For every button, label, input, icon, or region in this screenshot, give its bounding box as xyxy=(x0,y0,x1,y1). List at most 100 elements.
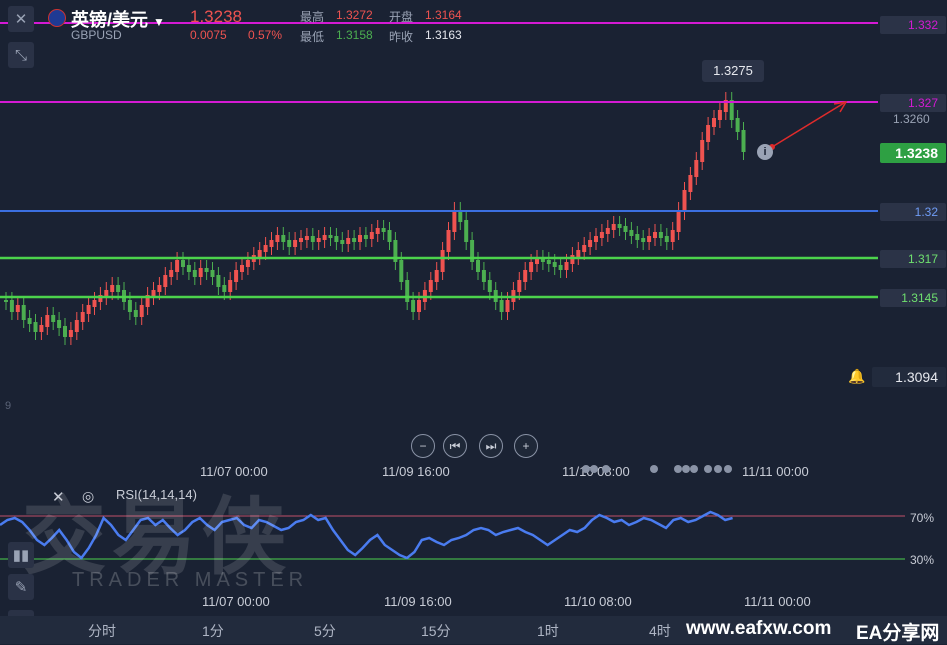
candle-body xyxy=(163,275,168,287)
price-change: 0.0075 xyxy=(190,28,227,42)
candle-body xyxy=(210,270,215,277)
candle-body xyxy=(546,260,551,264)
candle-body xyxy=(487,280,492,292)
candle-body xyxy=(641,238,646,242)
peak-tooltip: 1.3275 xyxy=(702,60,764,82)
open-value: 1.3164 xyxy=(425,8,462,22)
scroll-start-button[interactable]: ⏮ xyxy=(443,434,467,458)
candle-body xyxy=(717,110,722,120)
rsi-time-label: 11/10 08:00 xyxy=(564,594,632,609)
low-label: 最低 xyxy=(300,30,325,44)
candle-body xyxy=(181,260,185,267)
watermark-subtitle: TRADER MASTER xyxy=(72,569,309,591)
candle-body xyxy=(676,210,681,232)
event-markers[interactable] xyxy=(578,460,738,478)
candle-body xyxy=(287,240,292,247)
candle-body xyxy=(523,270,528,282)
candle-body xyxy=(275,235,280,242)
last-price: 1.3238 xyxy=(190,7,242,26)
candle-body xyxy=(564,262,569,270)
candle-body xyxy=(381,228,386,232)
collapse-icon[interactable]: ⤡ xyxy=(8,42,34,68)
rsi-time-label: 11/09 16:00 xyxy=(384,594,452,609)
candle-body xyxy=(80,312,85,322)
candle-body xyxy=(169,270,174,277)
candle-body xyxy=(27,318,32,324)
candle-body xyxy=(570,255,575,264)
time-label: 11/11 00:00 xyxy=(742,464,809,479)
candle-body xyxy=(688,175,693,192)
line-tag-13145[interactable]: 1.3145 xyxy=(880,289,946,307)
candlestick-series xyxy=(4,92,746,345)
scroll-end-button[interactable]: ⏭ xyxy=(479,434,503,458)
candle-body xyxy=(629,230,634,236)
timeframe-tab[interactable]: 1时 xyxy=(537,621,559,641)
close-icon[interactable]: ✕ xyxy=(8,6,34,32)
candle-body xyxy=(316,238,321,242)
candle-body xyxy=(552,262,557,267)
candle-body xyxy=(670,230,675,242)
timeframe-tab[interactable]: 1分 xyxy=(202,621,224,641)
candle-body xyxy=(45,315,50,327)
timeframe-tab[interactable]: 15分 xyxy=(421,621,451,641)
candle-body xyxy=(51,315,56,322)
timeframe-tab[interactable]: 分时 xyxy=(88,621,116,641)
high-label: 最高 xyxy=(300,10,325,24)
candle-body xyxy=(658,232,663,238)
candle-body xyxy=(706,125,711,142)
candle-body xyxy=(186,265,191,272)
candle-body xyxy=(529,262,534,272)
candle-body xyxy=(68,330,73,337)
candle-body xyxy=(387,230,392,242)
candle-body xyxy=(369,232,374,239)
candle-body xyxy=(635,234,640,240)
candle-body xyxy=(735,118,740,132)
candle-body xyxy=(322,235,327,240)
rsi-level-70: 70% xyxy=(910,511,935,525)
settings-icon[interactable]: ◎ xyxy=(82,488,94,505)
candle-body xyxy=(57,320,62,328)
open-label: 开盘 xyxy=(389,10,414,24)
timeframe-tab[interactable]: 4时 xyxy=(649,621,671,641)
line-tag-132[interactable]: 1.32 xyxy=(880,203,946,221)
candle-body xyxy=(175,260,180,272)
candle-body xyxy=(127,300,132,312)
axis-price-1326: 1.3260 xyxy=(893,112,930,126)
line-tag-1317[interactable]: 1.317 xyxy=(880,250,946,268)
candle-body xyxy=(198,268,203,277)
candle-body xyxy=(139,305,144,317)
zoom-in-button[interactable]: + xyxy=(514,434,538,458)
bell-icon[interactable]: 🔔 xyxy=(848,368,865,385)
line-tag-1332[interactable]: 1.332 xyxy=(880,16,946,34)
time-label: 11/09 16:00 xyxy=(382,464,450,479)
candle-body xyxy=(363,235,368,239)
timeframe-tab[interactable]: 5分 xyxy=(314,621,336,641)
candle-body xyxy=(192,270,197,277)
candle-body xyxy=(74,320,79,332)
candle-body xyxy=(340,240,345,244)
candle-body xyxy=(405,280,410,302)
indicator-icon[interactable]: ▮▮ xyxy=(8,542,34,568)
candle-body xyxy=(517,280,522,292)
uk-flag-icon xyxy=(48,9,66,27)
line-tag-1327[interactable]: 1.327 xyxy=(880,94,946,112)
candle-body xyxy=(576,250,581,257)
zoom-out-button[interactable]: − xyxy=(411,434,435,458)
candle-body xyxy=(234,270,239,282)
candle-body xyxy=(682,190,687,212)
draw-pen-icon[interactable]: ✎ xyxy=(8,574,34,600)
candle-body xyxy=(86,305,91,314)
alert-price-tag[interactable]: 1.3094 xyxy=(872,367,946,387)
info-marker-icon[interactable]: i xyxy=(757,144,773,160)
rsi-label: RSI(14,14,14) xyxy=(116,487,197,502)
candle-body xyxy=(653,232,657,238)
candle-body xyxy=(582,245,587,252)
candle-body xyxy=(558,265,563,270)
close-icon[interactable]: ✕ xyxy=(52,488,65,506)
candle-body xyxy=(588,240,593,247)
rsi-level-30: 30% xyxy=(910,553,935,567)
candle-body xyxy=(346,238,351,244)
candle-body xyxy=(110,285,115,292)
candle-body xyxy=(281,235,286,242)
chevron-down-icon[interactable]: ▼ xyxy=(153,15,165,29)
